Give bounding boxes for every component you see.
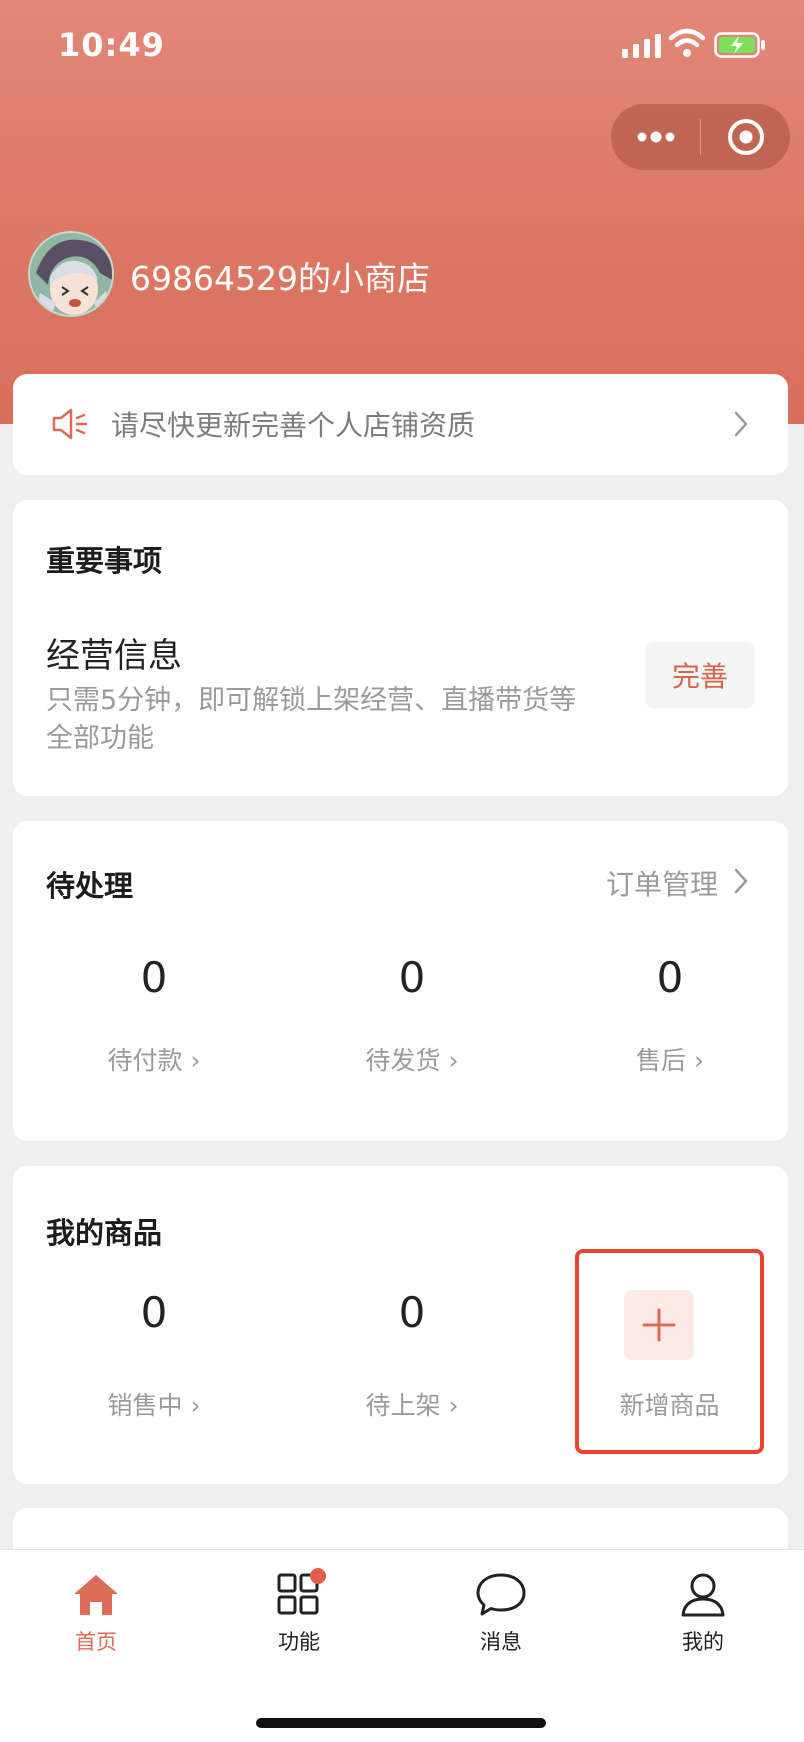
stat-value: 0: [656, 953, 684, 1002]
miniprogram-capsule: [611, 104, 790, 170]
stat-to-ship[interactable]: 0: [282, 953, 542, 1002]
close-miniprogram-button[interactable]: [701, 104, 790, 170]
target-circle-icon: [727, 119, 764, 155]
my-goods-card: 我的商品 0 销售中 › 0 待上架 › 新增商品: [13, 1166, 788, 1484]
tab-messages[interactable]: 消息: [441, 1572, 561, 1656]
tab-label: 我的: [682, 1630, 724, 1654]
important-title: 重要事项: [46, 544, 163, 578]
signal-icon: [622, 34, 661, 58]
stat-value: 0: [398, 1288, 426, 1337]
stat-value: 0: [140, 1288, 168, 1337]
wifi-icon: [669, 28, 705, 57]
chevron-right-icon: [734, 868, 748, 894]
notice-text: 请尽快更新完善个人店铺资质: [111, 409, 476, 442]
notification-badge: [310, 1568, 326, 1584]
tab-mine[interactable]: 我的: [643, 1572, 763, 1656]
home-indicator: [256, 1718, 546, 1728]
stat-to-list[interactable]: 0: [282, 1288, 542, 1337]
order-management-link[interactable]: 订单管理: [606, 863, 718, 903]
important-card: 重要事项 经营信息 只需5分钟，即可解锁上架经营、直播带货等全部功能 完善: [13, 500, 788, 796]
stat-on-sale[interactable]: 0: [24, 1288, 284, 1337]
more-dots-icon: [637, 131, 674, 143]
shop-name[interactable]: 69864529的小商店: [130, 252, 430, 300]
more-button[interactable]: [611, 104, 700, 170]
stat-label-to-ship[interactable]: 待发货 ›: [282, 1041, 542, 1077]
stat-value: 0: [398, 953, 426, 1002]
stat-label-unpaid[interactable]: 待付款 ›: [24, 1041, 284, 1077]
speaker-icon: [52, 408, 88, 440]
stat-label-after-sales[interactable]: 售后 ›: [540, 1041, 800, 1077]
anime-avatar-icon: [30, 233, 112, 315]
home-icon: [74, 1575, 118, 1615]
app-screen: 10:49 69864529的小商店 请尽快更新完善个人店铺资质 重要事项 经营…: [0, 0, 804, 1742]
tab-label: 消息: [480, 1630, 522, 1654]
status-time: 10:49: [58, 26, 165, 64]
shop-avatar[interactable]: [28, 231, 114, 317]
stat-label-on-sale[interactable]: 销售中 ›: [24, 1386, 284, 1422]
stat-value: 0: [140, 953, 168, 1002]
chevron-right-icon: [734, 411, 748, 437]
tab-label: 功能: [278, 1630, 320, 1654]
business-info-desc: 只需5分钟，即可解锁上架经营、直播带货等全部功能: [46, 685, 577, 754]
chat-bubble-icon: [476, 1573, 526, 1616]
tab-bar: 首页 功能 消息 我的: [0, 1549, 804, 1742]
pending-title: 待处理: [46, 869, 134, 903]
stat-label-to-list[interactable]: 待上架 ›: [282, 1386, 542, 1422]
battery-icon: [714, 32, 765, 58]
status-bar: 10:49: [0, 0, 804, 92]
qualification-notice[interactable]: 请尽快更新完善个人店铺资质: [13, 374, 788, 475]
stat-unpaid[interactable]: 0: [24, 953, 284, 1002]
plus-icon: [642, 1308, 676, 1342]
my-goods-title: 我的商品: [46, 1216, 163, 1250]
add-product-label[interactable]: 新增商品: [575, 1386, 764, 1422]
person-icon: [681, 1573, 725, 1617]
tab-functions[interactable]: 功能: [239, 1568, 359, 1656]
pending-card: 待处理 订单管理 0 待付款 › 0 待发货 › 0 售后 ›: [13, 821, 788, 1141]
complete-button[interactable]: 完善: [645, 642, 755, 708]
tab-home[interactable]: 首页: [36, 1572, 156, 1656]
add-product-button[interactable]: [624, 1290, 694, 1360]
stat-after-sales[interactable]: 0: [540, 953, 800, 1002]
tab-label: 首页: [75, 1630, 117, 1654]
business-info-title: 经营信息: [46, 636, 182, 676]
